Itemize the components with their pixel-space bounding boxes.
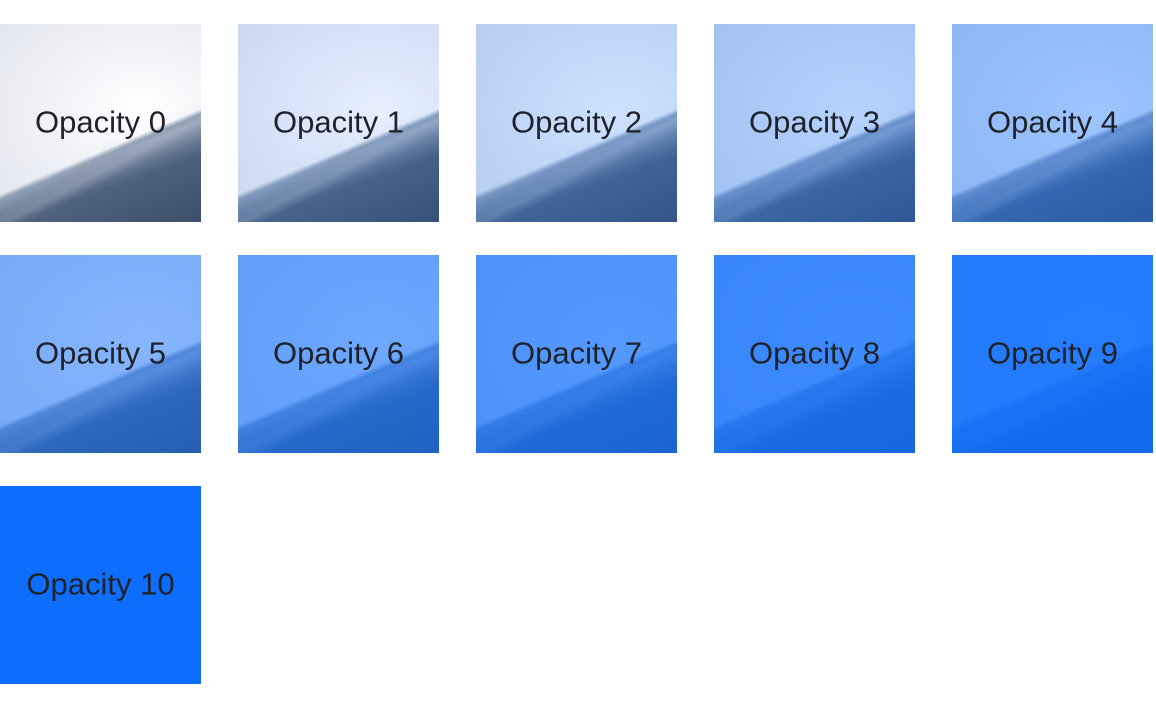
tile-label: Opacity 1 [273,104,404,140]
tile-label: Opacity 10 [26,566,175,602]
opacity-tile-10: Opacity 10 [0,486,201,684]
opacity-tile-6: Opacity 6 [238,255,439,453]
tile-label: Opacity 7 [511,335,642,371]
opacity-tile-9: Opacity 9 [952,255,1153,453]
opacity-tile-1: Opacity 1 [238,24,439,222]
opacity-tile-8: Opacity 8 [714,255,915,453]
opacity-tile-3: Opacity 3 [714,24,915,222]
tile-label: Opacity 6 [273,335,404,371]
opacity-tile-7: Opacity 7 [476,255,677,453]
opacity-tile-0: Opacity 0 [0,24,201,222]
tile-label: Opacity 2 [511,104,642,140]
opacity-tile-5: Opacity 5 [0,255,201,453]
tile-label: Opacity 5 [35,335,166,371]
opacity-tile-grid: Opacity 0 Opacity 1 Opacity 2 Opacity 3 … [0,24,1153,684]
tile-label: Opacity 0 [35,104,166,140]
tile-label: Opacity 9 [987,335,1118,371]
tile-label: Opacity 4 [987,104,1118,140]
opacity-tile-2: Opacity 2 [476,24,677,222]
tile-label: Opacity 3 [749,104,880,140]
tile-label: Opacity 8 [749,335,880,371]
opacity-tile-4: Opacity 4 [952,24,1153,222]
